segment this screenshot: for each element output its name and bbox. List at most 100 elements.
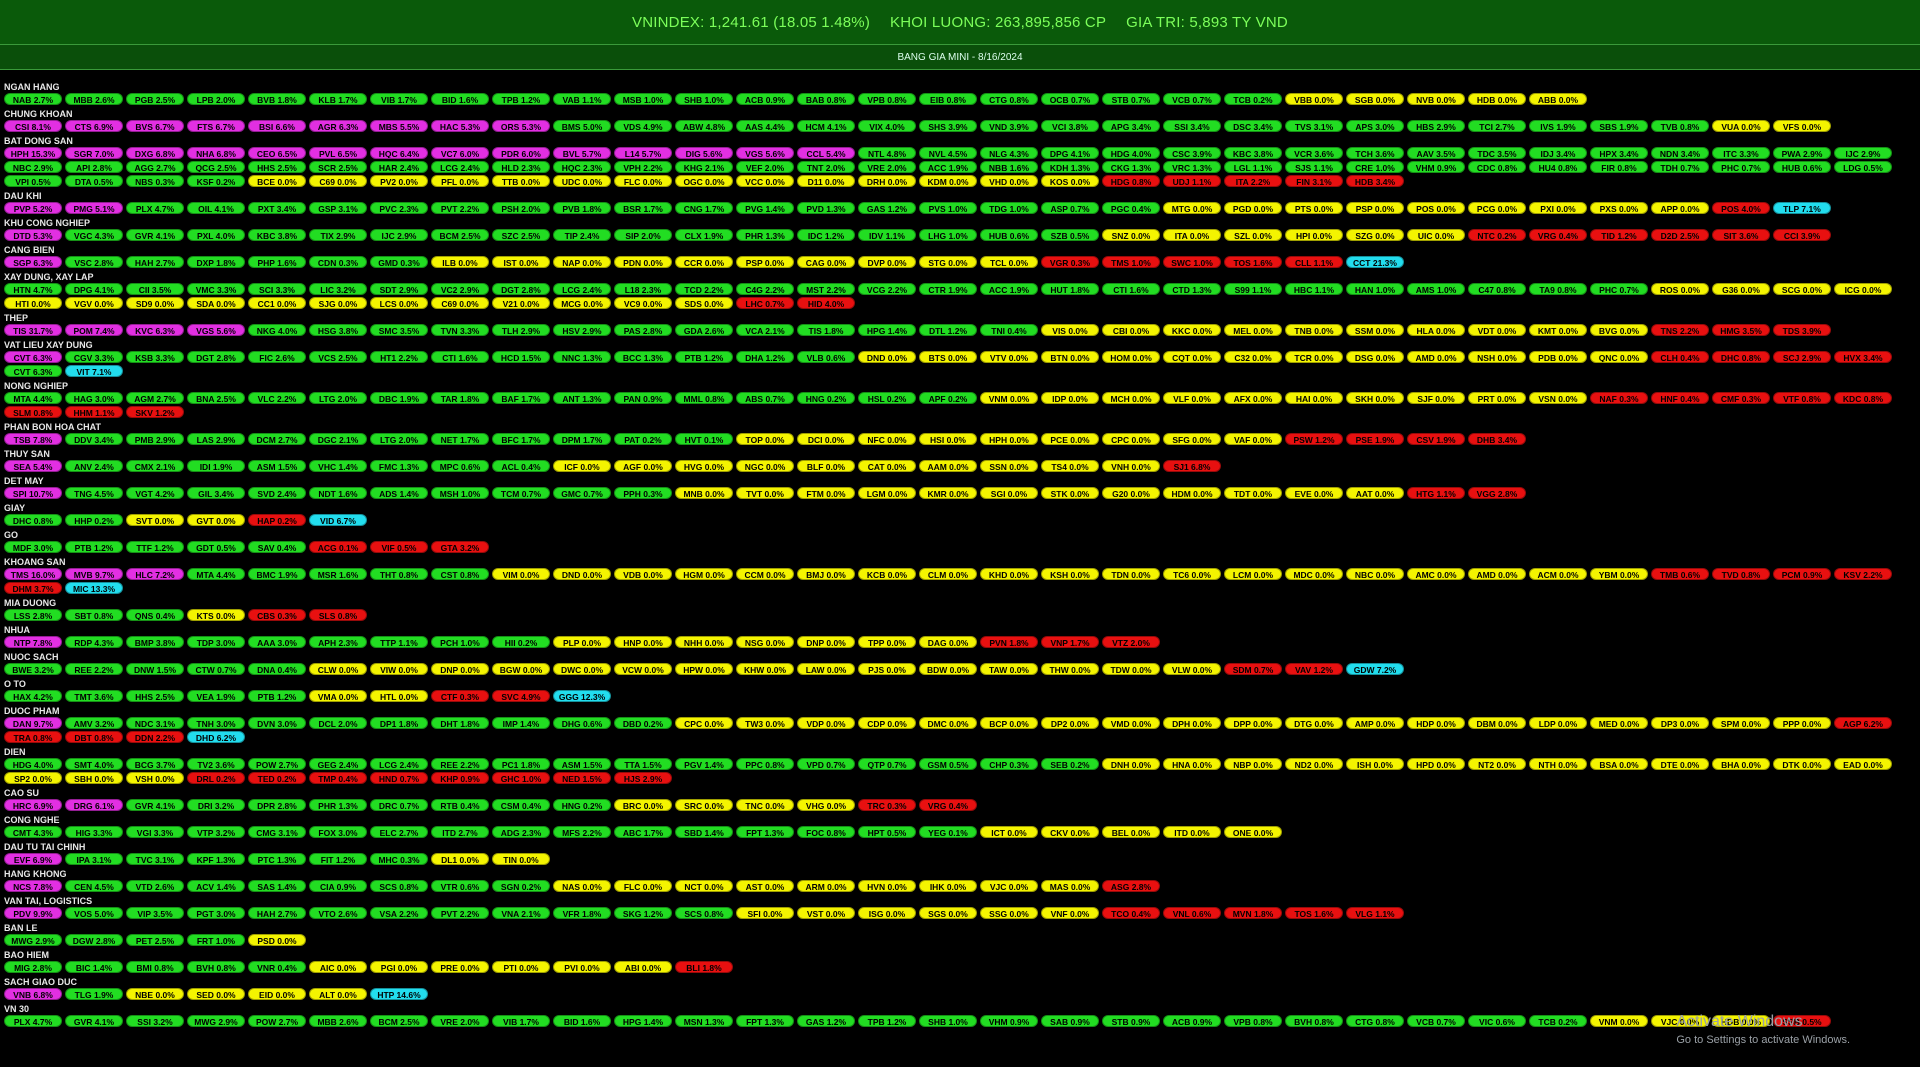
ticker-chip[interactable]: VND 3.9% [980,120,1038,132]
ticker-chip[interactable]: BID 1.6% [431,93,489,105]
ticker-chip[interactable]: BCE 0.0% [248,175,306,187]
ticker-chip[interactable]: PC1 1.8% [492,758,550,770]
ticker-chip[interactable]: AAV 3.5% [1407,147,1465,159]
ticker-chip[interactable]: BRC 0.0% [614,799,672,811]
ticker-chip[interactable]: FPT 1.3% [736,826,794,838]
ticker-chip[interactable]: GVR 4.1% [126,799,184,811]
ticker-chip[interactable]: SIP 2.0% [614,229,672,241]
ticker-chip[interactable]: DVN 3.0% [248,717,306,729]
ticker-chip[interactable]: HAG 3.0% [65,392,123,404]
ticker-chip[interactable]: PCG 0.0% [1468,202,1526,214]
ticker-chip[interactable]: VTZ 2.0% [1102,636,1160,648]
ticker-chip[interactable]: MDC 0.0% [1285,568,1343,580]
ticker-chip[interactable]: BTN 0.0% [1041,351,1099,363]
ticker-chip[interactable]: VRE 2.0% [858,161,916,173]
ticker-chip[interactable]: VBB 0.0% [1285,93,1343,105]
ticker-chip[interactable]: VNH 0.0% [1102,460,1160,472]
ticker-chip[interactable]: HID 4.0% [797,297,855,309]
ticker-chip[interactable]: SCG 0.0% [1773,283,1831,295]
ticker-chip[interactable]: HSG 3.8% [309,324,367,336]
ticker-chip[interactable]: CTS 6.9% [65,120,123,132]
ticker-chip[interactable]: IPA 3.1% [65,853,123,865]
ticker-chip[interactable]: KSH 0.0% [1041,568,1099,580]
ticker-chip[interactable]: PVP 5.2% [4,202,62,214]
ticker-chip[interactable]: KHP 0.9% [431,772,489,784]
ticker-chip[interactable]: SEA 5.4% [4,460,62,472]
ticker-chip[interactable]: TCB 0.2% [1529,1015,1587,1027]
ticker-chip[interactable]: TDS 3.9% [1773,324,1831,336]
ticker-chip[interactable]: TPP 0.0% [858,636,916,648]
ticker-chip[interactable]: GVT 0.0% [187,514,245,526]
ticker-chip[interactable]: SSM 0.0% [1346,324,1404,336]
ticker-chip[interactable]: NBE 0.0% [126,988,184,1000]
ticker-chip[interactable]: TRA 0.8% [4,731,62,743]
ticker-chip[interactable]: VC9 0.0% [614,297,672,309]
ticker-chip[interactable]: TNH 3.0% [187,717,245,729]
ticker-chip[interactable]: SMT 4.0% [65,758,123,770]
ticker-chip[interactable]: TMB 0.6% [1651,568,1709,580]
ticker-chip[interactable]: BVL 5.7% [553,147,611,159]
ticker-chip[interactable]: CEN 4.5% [65,880,123,892]
ticker-chip[interactable]: PET 2.5% [126,934,184,946]
ticker-chip[interactable]: VCR 3.6% [1285,147,1343,159]
ticker-chip[interactable]: C47 0.8% [1468,283,1526,295]
ticker-chip[interactable]: BWE 3.2% [4,663,62,675]
ticker-chip[interactable]: OGC 0.0% [675,175,733,187]
ticker-chip[interactable]: ASG 2.8% [1102,880,1160,892]
ticker-chip[interactable]: CTF 0.3% [431,690,489,702]
ticker-chip[interactable]: SEB 0.2% [1041,758,1099,770]
ticker-chip[interactable]: CTI 1.6% [1102,283,1160,295]
ticker-chip[interactable]: CTD 1.3% [1163,283,1221,295]
ticker-chip[interactable]: KSF 0.2% [187,175,245,187]
ticker-chip[interactable]: PTS 0.0% [1285,202,1343,214]
ticker-chip[interactable]: HMG 3.5% [1712,324,1770,336]
ticker-chip[interactable]: EAD 0.0% [1834,758,1892,770]
ticker-chip[interactable]: CCI 3.9% [1773,229,1831,241]
ticker-chip[interactable]: PVS 1.0% [919,202,977,214]
ticker-chip[interactable]: NBC 0.0% [1346,568,1404,580]
ticker-chip[interactable]: TNG 4.5% [65,487,123,499]
ticker-chip[interactable]: DBT 0.8% [65,731,123,743]
ticker-chip[interactable]: VDP 0.0% [797,717,855,729]
ticker-chip[interactable]: ISH 0.0% [1346,758,1404,770]
ticker-chip[interactable]: BSR 1.7% [614,202,672,214]
ticker-chip[interactable]: MSN 1.3% [675,1015,733,1027]
ticker-chip[interactable]: VC7 6.0% [431,147,489,159]
ticker-chip[interactable]: HPG 1.4% [614,1015,672,1027]
ticker-chip[interactable]: ACV 1.4% [187,880,245,892]
ticker-chip[interactable]: FLC 0.0% [614,175,672,187]
ticker-chip[interactable]: LHG 1.0% [919,229,977,241]
ticker-chip[interactable]: IMP 1.4% [492,717,550,729]
ticker-chip[interactable]: HDG 4.0% [1102,147,1160,159]
ticker-chip[interactable]: CTI 1.6% [431,351,489,363]
ticker-chip[interactable]: TTA 1.5% [614,758,672,770]
ticker-chip[interactable]: ABS 0.7% [736,392,794,404]
ticker-chip[interactable]: DPG 4.1% [65,283,123,295]
ticker-chip[interactable]: HDM 0.0% [1163,487,1221,499]
ticker-chip[interactable]: CAG 0.0% [797,256,855,268]
ticker-chip[interactable]: TTF 1.2% [126,541,184,553]
ticker-chip[interactable]: AIC 0.0% [309,961,367,973]
ticker-chip[interactable]: LPB 2.0% [187,93,245,105]
ticker-chip[interactable]: BAF 1.7% [492,392,550,404]
ticker-chip[interactable]: SAV 0.4% [248,541,306,553]
ticker-chip[interactable]: BVS 6.7% [126,120,184,132]
ticker-chip[interactable]: TPB 1.2% [492,93,550,105]
ticker-chip[interactable]: GGG 12.3% [553,690,611,702]
ticker-chip[interactable]: VGI 3.3% [126,826,184,838]
ticker-chip[interactable]: AGG 2.7% [126,161,184,173]
ticker-chip[interactable]: ALT 0.0% [309,988,367,1000]
ticker-chip[interactable]: VHM 0.9% [1407,161,1465,173]
ticker-chip[interactable]: MFS 2.2% [553,826,611,838]
ticker-chip[interactable]: PXT 3.4% [248,202,306,214]
ticker-chip[interactable]: CII 3.5% [126,283,184,295]
ticker-chip[interactable]: EVF 6.9% [4,853,62,865]
ticker-chip[interactable]: CPC 0.0% [675,717,733,729]
ticker-chip[interactable]: SDS 0.0% [675,297,733,309]
ticker-chip[interactable]: CTG 0.8% [980,93,1038,105]
ticker-chip[interactable]: KHD 0.0% [980,568,1038,580]
ticker-chip[interactable]: LCG 2.4% [431,161,489,173]
ticker-chip[interactable]: PHR 1.3% [309,799,367,811]
ticker-chip[interactable]: IDC 1.2% [797,229,855,241]
ticker-chip[interactable]: BSI 6.6% [248,120,306,132]
